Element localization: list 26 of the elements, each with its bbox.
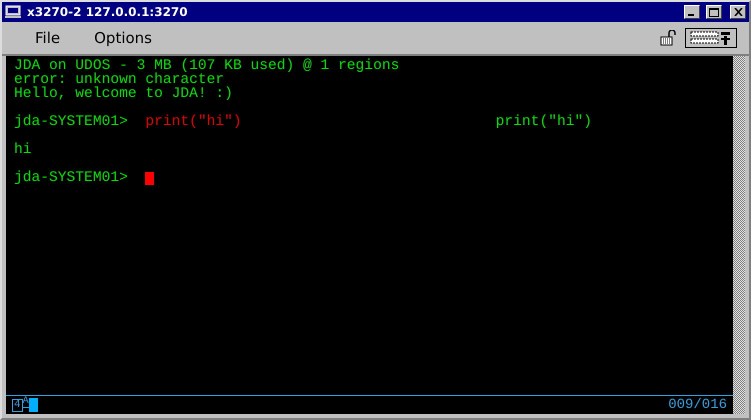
window-title: x3270-2 127.0.0.1:3270 [27,5,189,19]
command-prompt: jda-SYSTEM01> [14,115,129,129]
terminal-output: Hello, welcome to JDA! :) [14,87,233,101]
keyboard-icon [690,31,732,45]
minimize-button[interactable] [684,5,700,19]
entered-command: print("hi") [145,115,243,129]
monitor-icon [5,5,21,19]
menu-item[interactable]: File [24,25,72,51]
status-cursor [28,398,38,412]
menu-item[interactable]: Options [83,25,163,51]
connection-indicator: 4 [12,398,23,412]
terminal-screen[interactable]: JDA on UDOS - 3 MB (107 KB used) @ 1 regions error: unknown character Hello, welcome to JDA! :) jda-SYSTEM01> print("hi") print("hi") hi jda-SYSTEM01> [6,56,733,395]
maximize-button[interactable] [706,5,722,19]
text-cursor [145,172,154,184]
scrollbar[interactable] [733,56,745,414]
command-echo: print("hi") [496,115,592,129]
keypad-button[interactable] [685,28,737,48]
terminal-output: error: unknown character [14,73,224,87]
unlocked-padlock-icon [660,30,677,46]
command-prompt: jda-SYSTEM01> [14,171,129,185]
maximize-icon [709,8,719,16]
terminal-output: hi [14,143,32,157]
cursor-position: 009/016 [668,397,727,413]
close-icon [734,8,742,16]
close-button[interactable] [730,5,746,19]
terminal-output: JDA on UDOS - 3 MB (107 KB used) @ 1 regions [14,59,400,73]
